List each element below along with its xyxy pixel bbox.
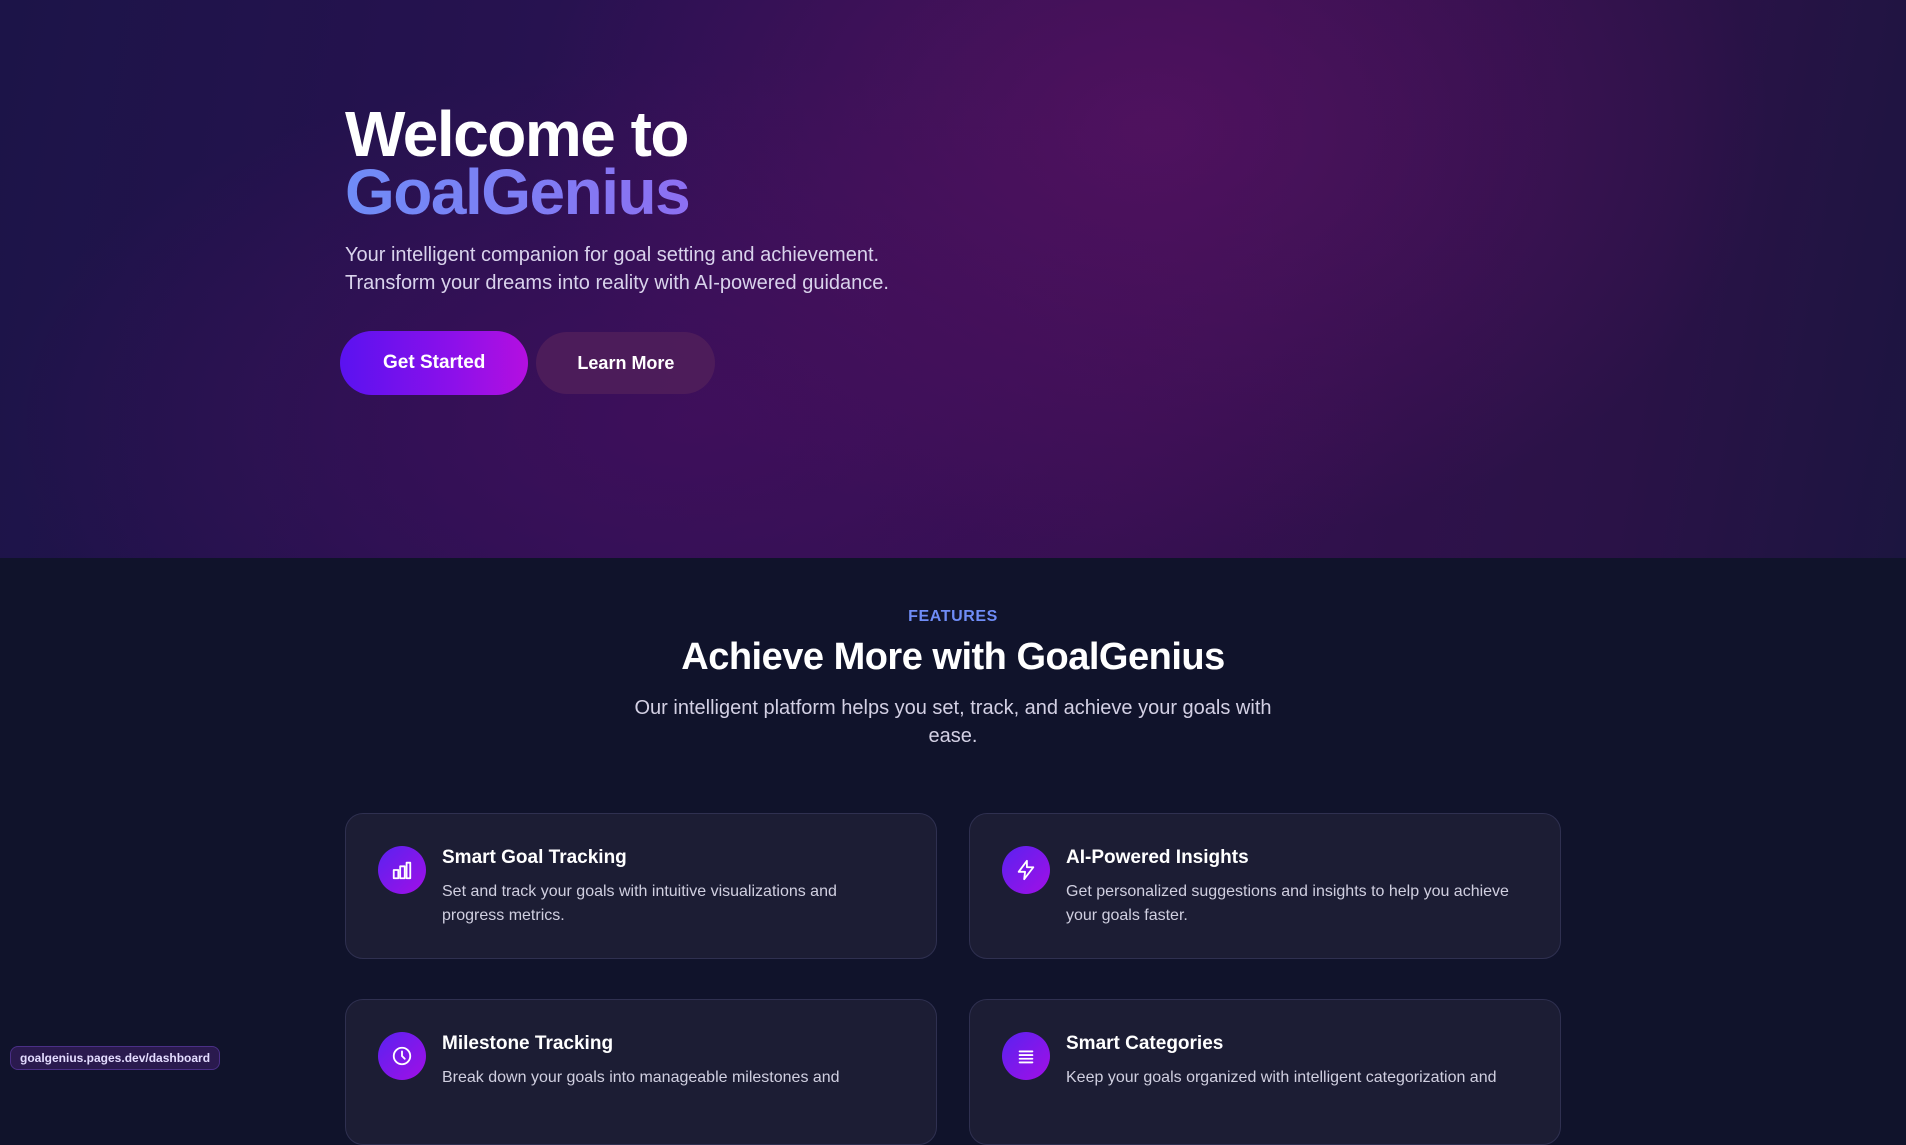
hero-title: Welcome to GoalGenius xyxy=(345,102,965,224)
hero-brand-name: GoalGenius xyxy=(345,160,965,224)
features-subtitle: Our intelligent platform helps you set, … xyxy=(634,697,1272,747)
hero-section: Welcome to GoalGenius Your intelligent c… xyxy=(0,0,1906,558)
features-section: FEATURES Achieve More with GoalGenius Ou… xyxy=(0,558,1906,1145)
link-status-bar: goalgenius.pages.dev/dashboard xyxy=(10,1046,221,1070)
feature-card-title: Smart Categories xyxy=(1066,1033,1224,1054)
feature-card-smart-goal-tracking: Smart Goal Tracking Set and track your g… xyxy=(345,813,937,959)
hero-content: Welcome to GoalGenius Your intelligent c… xyxy=(340,102,965,395)
get-started-button[interactable]: Get Started xyxy=(340,331,529,395)
features-title: Achieve More with GoalGenius xyxy=(681,636,1225,678)
learn-more-button[interactable]: Learn More xyxy=(536,332,716,394)
feature-card-smart-categories: Smart Categories Keep your goals organiz… xyxy=(969,999,1561,1145)
feature-card-description: Keep your goals organized with intellige… xyxy=(1066,1069,1497,1086)
feature-card-description: Break down your goals into manageable mi… xyxy=(442,1069,840,1086)
feature-card-ai-insights: AI-Powered Insights Get personalized sug… xyxy=(969,813,1561,959)
feature-card-title: Smart Goal Tracking xyxy=(442,847,627,868)
feature-card-description: Get personalized suggestions and insight… xyxy=(1066,883,1509,924)
feature-card-description: Set and track your goals with intuitive … xyxy=(442,883,837,924)
feature-card-title: AI-Powered Insights xyxy=(1066,847,1249,868)
list-icon xyxy=(1002,1032,1050,1080)
hero-subtitle: Your intelligent companion for goal sett… xyxy=(345,244,889,294)
feature-card-milestone-tracking: Milestone Tracking Break down your goals… xyxy=(345,999,937,1145)
hero-actions: Get Started Learn More xyxy=(340,331,965,395)
bar-chart-icon xyxy=(378,846,426,894)
feature-card-title: Milestone Tracking xyxy=(442,1033,614,1054)
lightning-icon xyxy=(1002,846,1050,894)
clock-icon xyxy=(378,1032,426,1080)
features-eyebrow: FEATURES xyxy=(908,608,998,625)
